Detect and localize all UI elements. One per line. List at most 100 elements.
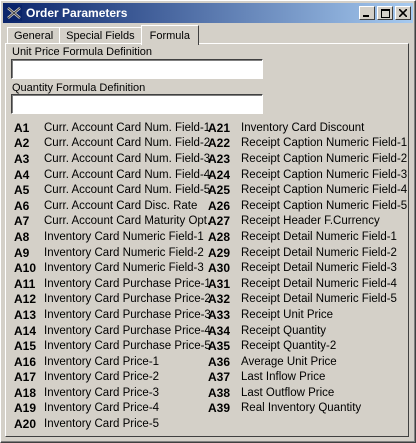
variable-code: A24 <box>208 167 231 182</box>
variable-description: Receipt Caption Numeric Field-4 <box>241 184 408 197</box>
variable-row: A7 Curr. Account Card Maturity Opt. <box>14 214 211 230</box>
variable-code: A3 <box>14 151 30 166</box>
variable-description: Inventory Card Purchase Price-4 <box>44 324 211 337</box>
variable-code: A35 <box>208 339 231 354</box>
variable-code: A16 <box>14 354 37 369</box>
variable-row: A15 Inventory Card Purchase Price-5 <box>14 338 211 354</box>
variable-description: Inventory Card Price-3 <box>44 386 160 399</box>
variable-code: A38 <box>208 385 231 400</box>
variable-row: A1 Curr. Account Card Num. Field-1 <box>14 120 211 136</box>
minimize-button[interactable] <box>359 6 375 20</box>
variable-description: Receipt Detail Numeric Field-3 <box>241 262 397 275</box>
formula-panel: Unit Price Formula Definition Quantity F… <box>5 43 409 437</box>
variable-code: A9 <box>14 245 30 260</box>
variable-description: Inventory Card Price-4 <box>44 402 160 415</box>
variable-code: A27 <box>208 214 231 229</box>
variable-description: Receipt Caption Numeric Field-5 <box>241 199 408 212</box>
variable-description: Inventory Card Numeric Field-2 <box>44 246 204 259</box>
variable-description: Curr. Account Card Num. Field-1 <box>44 121 211 134</box>
variable-code: A22 <box>208 136 231 151</box>
maximize-icon <box>380 8 390 18</box>
variable-code: A5 <box>14 183 30 198</box>
variable-code: A37 <box>208 370 231 385</box>
variable-description: Inventory Card Purchase Price-5 <box>44 340 211 353</box>
variable-row: A13 Inventory Card Purchase Price-3 <box>14 307 211 323</box>
variable-code: A23 <box>208 151 231 166</box>
variable-row: A11 Inventory Card Purchase Price-1 <box>14 276 211 292</box>
variable-description: Curr. Account Card Num. Field-5 <box>44 184 211 197</box>
tab-formula[interactable]: Formula <box>140 25 199 45</box>
app-icon <box>6 5 22 21</box>
tab-special-fields[interactable]: Special Fields <box>59 27 142 44</box>
variable-description: Inventory Card Purchase Price-3 <box>44 308 211 321</box>
variable-code: A25 <box>208 183 231 198</box>
variable-description: Inventory Card Purchase Price-1 <box>44 277 211 290</box>
variable-code: A17 <box>14 370 37 385</box>
variable-description: Curr. Account Card Disc. Rate <box>44 199 198 212</box>
variable-code: A31 <box>208 276 231 291</box>
variable-code: A29 <box>208 245 231 260</box>
close-button[interactable] <box>395 6 411 20</box>
variable-row: A39 Real Inventory Quantity <box>208 401 407 417</box>
variable-description: Receipt Detail Numeric Field-2 <box>241 246 397 259</box>
variable-description: Curr. Account Card Num. Field-4 <box>44 168 211 181</box>
tab-general[interactable]: General <box>7 27 61 44</box>
variable-row: A20 Inventory Card Price-5 <box>14 416 211 432</box>
variable-code: A33 <box>208 307 231 322</box>
variable-code: A10 <box>14 261 37 276</box>
order-parameters-window: Order Parameters General Special Fields … <box>0 0 416 443</box>
variable-row: A3 Curr. Account Card Num. Field-3 <box>14 151 211 167</box>
variable-code: A13 <box>14 307 37 322</box>
variable-description: Inventory Card Discount <box>241 121 365 134</box>
variable-description: Inventory Card Price-1 <box>44 355 160 368</box>
variable-description: Inventory Card Numeric Field-1 <box>44 230 204 243</box>
variable-row: A17 Inventory Card Price-2 <box>14 370 211 386</box>
variable-code: A15 <box>14 339 37 354</box>
variable-description: Inventory Card Price-2 <box>44 371 160 384</box>
variable-description: Receipt Caption Numeric Field-1 <box>241 137 408 150</box>
variable-row: A14 Inventory Card Purchase Price-4 <box>14 323 211 339</box>
variable-row: A37 Last Inflow Price <box>208 370 407 386</box>
variable-row: A31 Receipt Detail Numeric Field-4 <box>208 276 407 292</box>
variable-description: Curr. Account Card Num. Field-2 <box>44 137 211 150</box>
variable-description: Curr. Account Card Num. Field-3 <box>44 152 211 165</box>
variable-row: A33 Receipt Unit Price <box>208 307 407 323</box>
variable-code: A1 <box>14 120 30 135</box>
variable-code: A34 <box>208 323 231 338</box>
variable-description: Receipt Detail Numeric Field-1 <box>241 230 397 243</box>
variable-row: A2 Curr. Account Card Num. Field-2 <box>14 136 211 152</box>
variable-code: A11 <box>14 276 36 291</box>
variable-code: A18 <box>14 385 37 400</box>
variable-code: A32 <box>208 292 231 307</box>
variable-code: A36 <box>208 354 231 369</box>
variable-row: A32 Receipt Detail Numeric Field-5 <box>208 292 407 308</box>
variable-description: Last Outflow Price <box>241 386 335 399</box>
window-title: Order Parameters <box>26 6 128 20</box>
unit-price-formula-field[interactable] <box>11 59 263 79</box>
variable-description: Real Inventory Quantity <box>241 402 362 415</box>
variable-description: Receipt Header F.Currency <box>241 215 380 228</box>
close-icon <box>399 9 407 17</box>
variable-description: Inventory Card Price-5 <box>44 418 160 431</box>
variable-code: A4 <box>14 167 30 182</box>
variable-row: A24 Receipt Caption Numeric Field-3 <box>208 167 407 183</box>
variable-row: A23 Receipt Caption Numeric Field-2 <box>208 151 407 167</box>
variable-code: A20 <box>14 417 37 432</box>
quantity-formula-field[interactable] <box>11 94 263 114</box>
variable-row: A19 Inventory Card Price-4 <box>14 401 211 417</box>
maximize-button[interactable] <box>377 6 393 20</box>
title-bar[interactable]: Order Parameters <box>3 3 413 23</box>
variable-row: A35 Receipt Quantity-2 <box>208 338 407 354</box>
variable-row: A27 Receipt Header F.Currency <box>208 214 407 230</box>
variable-row: A4 Curr. Account Card Num. Field-4 <box>14 167 211 183</box>
variable-description: Inventory Card Purchase Price-2 <box>44 293 211 306</box>
variable-row: A9 Inventory Card Numeric Field-2 <box>14 245 211 261</box>
variable-code: A14 <box>14 323 37 338</box>
variables-right-column: A21 Inventory Card Discount A22 Receipt Cap… <box>208 120 407 416</box>
variable-code: A21 <box>208 120 231 135</box>
variable-row: A34 Receipt Quantity <box>208 323 407 339</box>
variable-code: A7 <box>14 214 30 229</box>
variable-code: A8 <box>14 229 30 244</box>
variable-description: Receipt Unit Price <box>241 308 334 321</box>
variable-description: Receipt Detail Numeric Field-4 <box>241 277 397 290</box>
